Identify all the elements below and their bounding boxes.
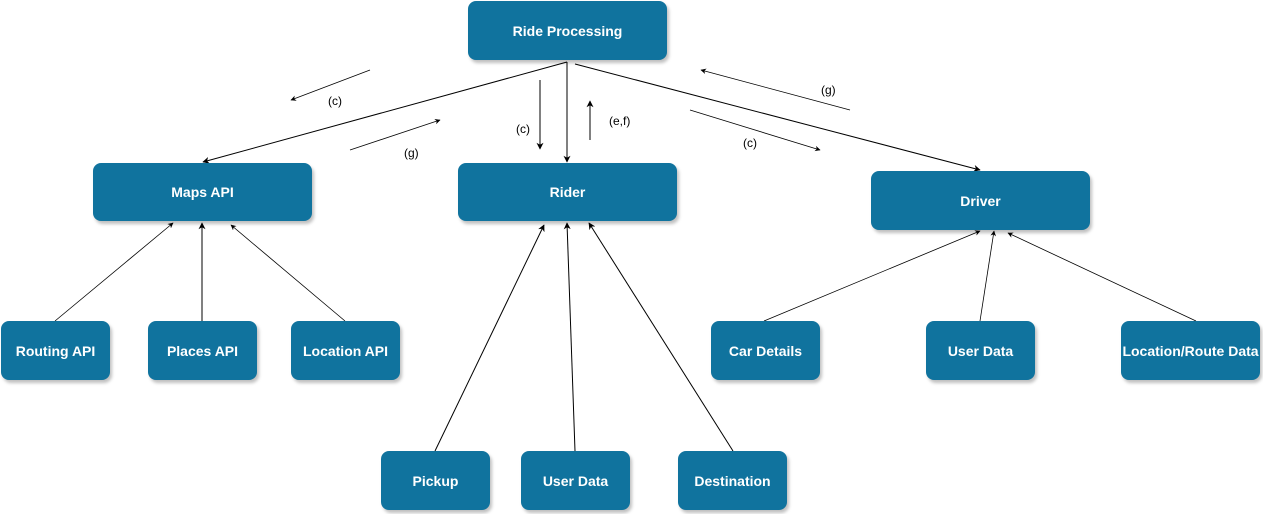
node-maps-api[interactable]: Maps API — [93, 163, 312, 221]
edge-car-details-to-driver — [763, 230, 981, 322]
flow-label-maps-g: (g) — [404, 146, 419, 160]
node-car-details[interactable]: Car Details — [711, 321, 820, 380]
diagram-canvas: (c) (g) (c) (e,f) (g) (c) — [54, 61, 1197, 452]
edge-user-data-to-driver — [979, 230, 996, 322]
node-driver-user-data-label: User Data — [947, 342, 1014, 359]
node-places-api[interactable]: Places API — [148, 321, 257, 380]
node-location-route-data[interactable]: Location/Route Data — [1121, 321, 1260, 380]
node-rider-label: Rider — [549, 184, 586, 200]
node-places-api-label: Places API — [166, 342, 239, 359]
flow-label-driver-c: (c) — [743, 136, 757, 150]
node-car-details-label: Car Details — [728, 342, 803, 359]
node-routing-api[interactable]: Routing API — [1, 321, 110, 380]
node-location-api-label: Location API — [302, 342, 389, 359]
node-pickup[interactable]: Pickup — [381, 451, 490, 510]
node-rider-user-data[interactable]: User Data — [521, 451, 630, 510]
node-routing-api-label: Routing API — [15, 342, 96, 359]
node-location-api[interactable]: Location API — [291, 321, 400, 380]
node-ride-processing[interactable]: Ride Processing — [468, 1, 667, 60]
node-maps-api-label: Maps API — [171, 184, 234, 200]
node-driver-user-data[interactable]: User Data — [926, 321, 1035, 380]
node-destination-label: Destination — [694, 472, 771, 489]
node-ride-processing-label: Ride Processing — [512, 22, 623, 39]
node-driver[interactable]: Driver — [871, 171, 1090, 230]
node-driver-label: Driver — [960, 192, 1001, 209]
node-destination[interactable]: Destination — [678, 451, 787, 510]
flow-label-rider-c: (c) — [516, 122, 530, 136]
flow-label-driver-g: (g) — [821, 83, 836, 97]
edge-location-api-to-maps-api — [230, 224, 346, 322]
edge-routing-api-to-maps-api — [54, 222, 174, 322]
edge-ride-processing-to-driver — [574, 63, 981, 172]
node-rider[interactable]: Rider — [458, 163, 677, 221]
node-location-route-data-label: Location/Route Data — [1122, 342, 1259, 359]
edge-ride-processing-to-maps-api — [202, 61, 568, 164]
flow-label-maps-c: (c) — [328, 94, 342, 108]
node-pickup-label: Pickup — [412, 472, 459, 489]
flow-arrow-maps-g — [349, 118, 441, 151]
flow-label-rider-ef: (e,f) — [609, 114, 630, 128]
edge-pickup-to-rider — [434, 224, 545, 452]
edge-user-data-to-rider — [563, 222, 576, 452]
node-rider-user-data-label: User Data — [542, 472, 609, 489]
edge-location-route-data-to-driver — [1007, 232, 1197, 322]
